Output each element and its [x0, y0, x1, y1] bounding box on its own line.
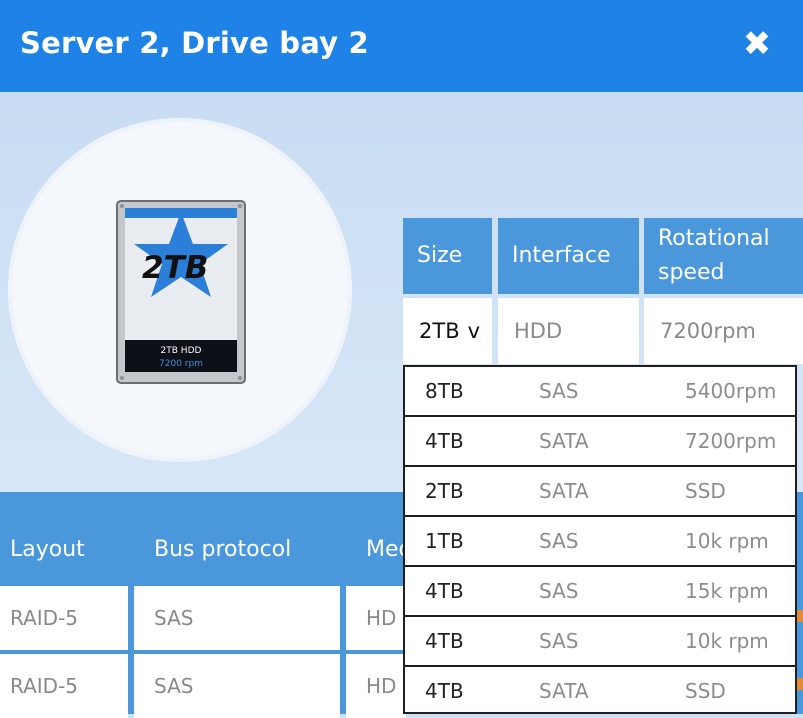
- option-interface: SATA: [539, 679, 589, 703]
- option-size: 4TB: [425, 629, 464, 653]
- option-speed: 15k rpm: [685, 579, 769, 603]
- lower-row2-media: HD: [346, 654, 406, 718]
- spec-header-rot-line2: speed: [658, 260, 725, 285]
- drive-capacity-text: 2TB: [142, 250, 208, 286]
- spec-header-interface: Interface: [498, 218, 639, 294]
- option-speed: 10k rpm: [685, 529, 769, 553]
- dialog-title: Server 2, Drive bay 2: [20, 26, 369, 60]
- dropdown-option[interactable]: 1TB SAS 10k rpm: [405, 517, 795, 567]
- drive-rpm-text: 7200 rpm: [159, 359, 203, 369]
- size-dropdown-list: 8TB SAS 5400rpm 4TB SATA 7200rpm 2TB SAT…: [403, 365, 797, 714]
- option-size: 2TB: [425, 479, 464, 503]
- option-size: 4TB: [425, 579, 464, 603]
- lower-header-layout: Layout: [0, 516, 128, 582]
- option-speed: SSD: [685, 679, 726, 703]
- size-select-value: 2TB: [419, 319, 460, 343]
- dropdown-option[interactable]: 2TB SATA SSD: [405, 467, 795, 517]
- speed-value: 7200rpm: [644, 298, 803, 364]
- option-interface: SATA: [539, 479, 589, 503]
- option-interface: SAS: [539, 579, 579, 603]
- option-interface: SAS: [539, 529, 579, 553]
- dropdown-option[interactable]: 4TB SATA 7200rpm: [405, 417, 795, 467]
- option-size: 8TB: [425, 379, 464, 403]
- spec-header-size: Size: [403, 218, 492, 294]
- option-interface: SAS: [539, 379, 579, 403]
- drive-model-text: 2TB HDD: [161, 346, 202, 356]
- close-icon[interactable]: ✖: [739, 22, 775, 66]
- row-marker: [797, 610, 803, 622]
- option-speed: 7200rpm: [685, 429, 777, 453]
- dropdown-option[interactable]: 4TB SAS 10k rpm: [405, 617, 795, 667]
- lower-row2-layout: RAID-5: [0, 654, 128, 718]
- dropdown-option[interactable]: 4TB SATA SSD: [405, 667, 795, 712]
- lower-row2-bus: SAS: [134, 654, 340, 718]
- lower-header-bus-protocol: Bus protocol: [134, 516, 340, 582]
- hard-drive-icon: 2TB 2TB HDD 7200 rpm: [116, 200, 246, 384]
- option-interface: SAS: [539, 629, 579, 653]
- spec-header-rotational-speed: Rotational speed: [644, 218, 803, 294]
- spec-header-rot-line1: Rotational: [658, 226, 770, 251]
- dropdown-option[interactable]: 4TB SAS 15k rpm: [405, 567, 795, 617]
- option-size: 4TB: [425, 429, 464, 453]
- option-size: 1TB: [425, 529, 464, 553]
- dialog-titlebar: Server 2, Drive bay 2 ✖: [0, 0, 803, 92]
- lower-row1-bus: SAS: [134, 586, 340, 650]
- dropdown-option[interactable]: 8TB SAS 5400rpm: [405, 367, 795, 417]
- lower-row1-layout: RAID-5: [0, 586, 128, 650]
- option-interface: SATA: [539, 429, 589, 453]
- lower-header-media: Med: [346, 516, 412, 582]
- lower-row1-media: HD: [346, 586, 406, 650]
- option-size: 4TB: [425, 679, 464, 703]
- size-select[interactable]: 2TB v: [403, 298, 492, 364]
- option-speed: 10k rpm: [685, 629, 769, 653]
- chevron-down-icon: v: [467, 319, 481, 343]
- option-speed: 5400rpm: [685, 379, 777, 403]
- interface-value: HDD: [498, 298, 639, 364]
- row-marker: [797, 678, 803, 690]
- option-speed: SSD: [685, 479, 726, 503]
